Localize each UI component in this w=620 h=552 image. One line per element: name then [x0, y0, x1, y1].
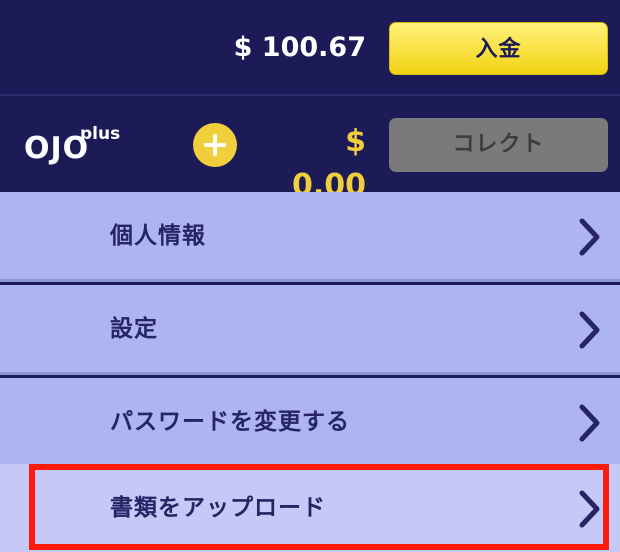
menu-item-label: パスワードを変更する — [110, 409, 350, 435]
chevron-right-icon — [579, 490, 600, 528]
ojo-plus-bar: OJO plus $ 0.00 コレクト — [0, 98, 620, 203]
account-balance: $ 100.67 — [233, 32, 366, 63]
deposit-button[interactable]: 入金 — [389, 22, 608, 75]
bonus-balance: $ 0.00 — [291, 124, 366, 203]
menu-item-upload-documents[interactable]: 書類をアップロード — [0, 464, 620, 552]
plus-icon-glyph — [204, 134, 226, 156]
menu-item-settings[interactable]: 設定 — [0, 285, 620, 375]
menu-item-label: 設定 — [110, 316, 158, 342]
chevron-right-icon — [579, 218, 600, 256]
ojo-logo-plus-text: plus — [80, 124, 121, 144]
menu-item-personal-info[interactable]: 個人情報 — [0, 192, 620, 282]
chevron-right-icon — [579, 404, 600, 442]
chevron-right-icon — [579, 311, 600, 349]
menu-item-label: 個人情報 — [110, 223, 206, 249]
menu-item-label: 書類をアップロード — [110, 495, 326, 521]
account-balance-bar: $ 100.67 入金 — [0, 0, 620, 96]
ojo-plus-logo: OJO plus — [24, 124, 134, 164]
collect-button[interactable]: コレクト — [389, 118, 608, 172]
menu-item-change-password[interactable]: パスワードを変更する — [0, 378, 620, 468]
plus-icon[interactable] — [193, 123, 237, 167]
